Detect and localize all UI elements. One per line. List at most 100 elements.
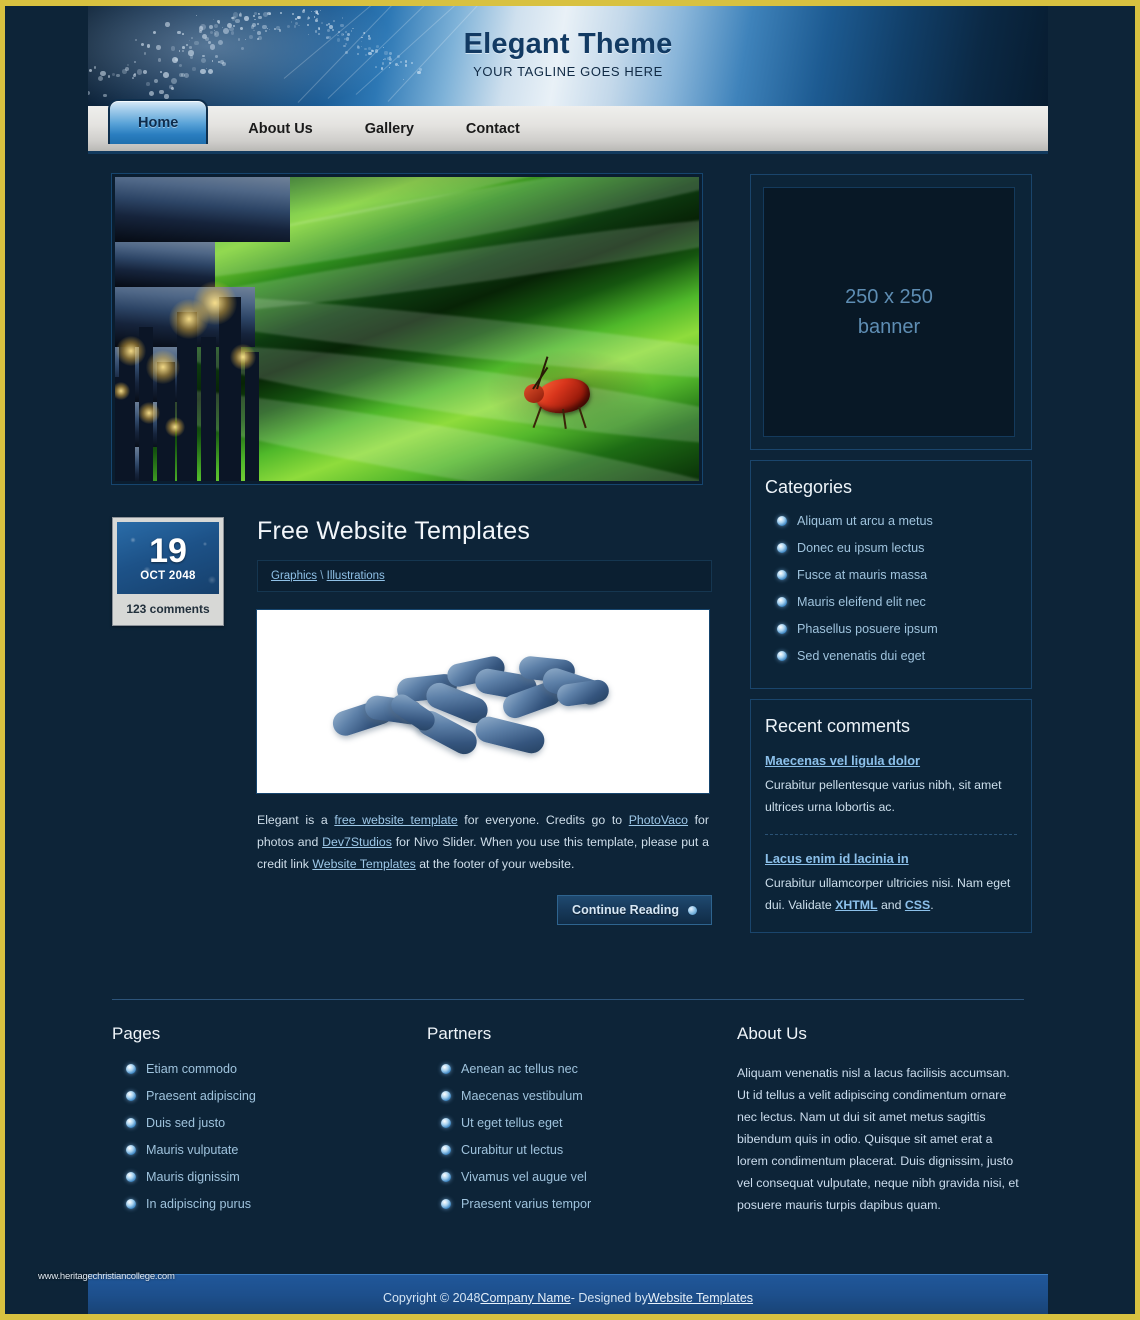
page-link[interactable]: Duis sed justo: [146, 1116, 225, 1130]
category-link[interactable]: Donec eu ipsum lectus: [797, 541, 924, 555]
post-comment-count[interactable]: 123 comments: [113, 594, 223, 625]
page-link[interactable]: Mauris dignissim: [146, 1170, 240, 1184]
category-link[interactable]: Fusce at mauris massa: [797, 568, 927, 582]
partner-link[interactable]: Vivamus vel augue vel: [461, 1170, 587, 1184]
banner-word-label: banner: [857, 316, 921, 338]
designer-link[interactable]: Website Templates: [648, 1291, 753, 1305]
footer-pages-title: Pages: [112, 1024, 161, 1043]
page-link[interactable]: Etiam commodo: [146, 1062, 237, 1076]
nav-link-home[interactable]: Home: [108, 99, 209, 144]
recent-comment-item: Maecenas vel ligula dolor Curabitur pell…: [763, 753, 1019, 818]
nav-link-gallery[interactable]: Gallery: [339, 111, 440, 147]
copyright-prefix: Copyright © 2048: [382, 1290, 481, 1305]
partner-link[interactable]: Aenean ac tellus nec: [461, 1062, 578, 1076]
nav-link-contact[interactable]: Contact: [440, 111, 546, 147]
site-branding: Elegant Theme YOUR TAGLINE GOES HERE: [88, 28, 1048, 79]
main-navigation[interactable]: Home About Us Gallery Contact: [88, 99, 1048, 154]
page-link[interactable]: Praesent adipiscing: [146, 1089, 256, 1103]
footer-columns: Pages Etiam commodo Praesent adipiscing Du…: [112, 1024, 1024, 1224]
continue-reading-button[interactable]: Continue Reading: [557, 895, 712, 925]
building-shape: [119, 347, 135, 481]
list-item[interactable]: Maecenas vestibulum: [427, 1089, 737, 1103]
post-link-website-templates[interactable]: Website Templates: [312, 857, 415, 871]
list-item[interactable]: Aliquam ut arcu a metus: [763, 514, 1019, 528]
list-item[interactable]: Donec eu ipsum lectus: [763, 541, 1019, 555]
recent-comment-link-1[interactable]: Maecenas vel ligula dolor: [765, 753, 1017, 768]
recent-comments-title: Recent comments: [765, 716, 911, 736]
footer-about-title: About Us: [737, 1024, 807, 1043]
company-name-link[interactable]: Company Name: [480, 1291, 570, 1305]
category-link[interactable]: Sed venenatis dui eget: [797, 649, 925, 663]
list-item[interactable]: Phasellus posuere ipsum: [763, 622, 1019, 636]
content-column: 19 OCT 2048 123 comments Free Website Te…: [112, 174, 712, 925]
banner-placeholder[interactable]: 250 x 250 banner: [763, 187, 1015, 437]
partner-link[interactable]: Maecenas vestibulum: [461, 1089, 583, 1103]
recent-comment-link-2[interactable]: Lacus enim id lacinia in: [765, 851, 1017, 866]
xhtml-validate-link[interactable]: XHTML: [835, 898, 877, 912]
widget-banner: 250 x 250 banner: [750, 174, 1032, 450]
beetle-leg-3: [578, 406, 587, 429]
css-validate-link[interactable]: CSS: [905, 898, 930, 912]
footer-about-text: Aliquam venenatis nisl a lacus facilisis…: [737, 1066, 1019, 1212]
bullet-icon: [126, 1091, 136, 1101]
building-shape: [219, 297, 241, 481]
nav-item-about-us[interactable]: About Us: [222, 111, 338, 147]
post-featured-image[interactable]: [257, 610, 709, 793]
nav-item-contact[interactable]: Contact: [440, 111, 546, 147]
post-category-link-2[interactable]: Illustrations: [327, 570, 385, 582]
post-date-day: 19: [149, 532, 187, 570]
bullet-icon: [777, 570, 787, 580]
city-light-glow: [165, 417, 185, 437]
category-link[interactable]: Aliquam ut arcu a metus: [797, 514, 933, 528]
page-frame: Elegant Theme YOUR TAGLINE GOES HERE Hom…: [0, 0, 1140, 1320]
post-link-photovaco[interactable]: PhotoVaco: [629, 813, 688, 827]
continue-reading-label: Continue Reading: [572, 903, 679, 917]
building-shape: [245, 352, 259, 481]
site-tagline: YOUR TAGLINE GOES HERE: [473, 64, 663, 79]
post-date-month-year: OCT 2048: [140, 570, 196, 582]
list-item[interactable]: Sed venenatis dui eget: [763, 649, 1019, 663]
bullet-icon: [441, 1091, 451, 1101]
partner-link[interactable]: Praesent varius tempor: [461, 1197, 591, 1211]
city-light-glow: [146, 350, 180, 384]
list-item[interactable]: Curabitur ut lectus: [427, 1143, 737, 1157]
page-link[interactable]: Mauris vulputate: [146, 1143, 238, 1157]
list-item[interactable]: Duis sed justo: [112, 1116, 427, 1130]
list-item[interactable]: Fusce at mauris massa: [763, 568, 1019, 582]
nav-link-about-us[interactable]: About Us: [222, 111, 338, 147]
footer-column-pages: Pages Etiam commodo Praesent adipiscing Du…: [112, 1024, 427, 1224]
list-item[interactable]: Mauris dignissim: [112, 1170, 427, 1184]
bullet-icon: [126, 1145, 136, 1155]
post-link-free-website-template[interactable]: free website template: [334, 813, 457, 827]
post-category-link-1[interactable]: Graphics: [271, 570, 317, 582]
arrow-dot-icon: [688, 905, 697, 915]
post-text-part-5: at the footer of your website.: [415, 857, 575, 871]
list-item[interactable]: Aenean ac tellus nec: [427, 1062, 737, 1076]
list-item[interactable]: Vivamus vel augue vel: [427, 1170, 737, 1184]
nivo-slider[interactable]: [112, 174, 702, 484]
post-body-text: Elegant is a free website template for e…: [257, 809, 709, 875]
list-item[interactable]: In adipiscing purus: [112, 1197, 427, 1211]
partner-link[interactable]: Curabitur ut lectus: [461, 1143, 563, 1157]
list-item[interactable]: Ut eget tellus eget: [427, 1116, 737, 1130]
bullet-icon: [441, 1064, 451, 1074]
category-link[interactable]: Phasellus posuere ipsum: [797, 622, 938, 636]
footer-column-partners: Partners Aenean ac tellus nec Maecenas ve…: [427, 1024, 737, 1224]
category-link[interactable]: Mauris eleifend elit nec: [797, 595, 926, 609]
bullet-icon: [126, 1064, 136, 1074]
page-inner: Elegant Theme YOUR TAGLINE GOES HERE Hom…: [5, 6, 1135, 1314]
comment-text-b: and: [877, 898, 905, 912]
footer-pages-list: Etiam commodo Praesent adipiscing Duis sed…: [112, 1062, 427, 1211]
list-item[interactable]: Mauris eleifend elit nec: [763, 595, 1019, 609]
post-link-dev7studios[interactable]: Dev7Studios: [322, 835, 392, 849]
list-item[interactable]: Mauris vulputate: [112, 1143, 427, 1157]
page-link[interactable]: In adipiscing purus: [146, 1197, 251, 1211]
nav-item-gallery[interactable]: Gallery: [339, 111, 440, 147]
list-item[interactable]: Praesent varius tempor: [427, 1197, 737, 1211]
building-shape: [201, 337, 216, 481]
list-item[interactable]: Praesent adipiscing: [112, 1089, 427, 1103]
nav-item-home[interactable]: Home: [108, 99, 209, 144]
capsule-shape: [472, 713, 548, 757]
list-item[interactable]: Etiam commodo: [112, 1062, 427, 1076]
partner-link[interactable]: Ut eget tellus eget: [461, 1116, 563, 1130]
